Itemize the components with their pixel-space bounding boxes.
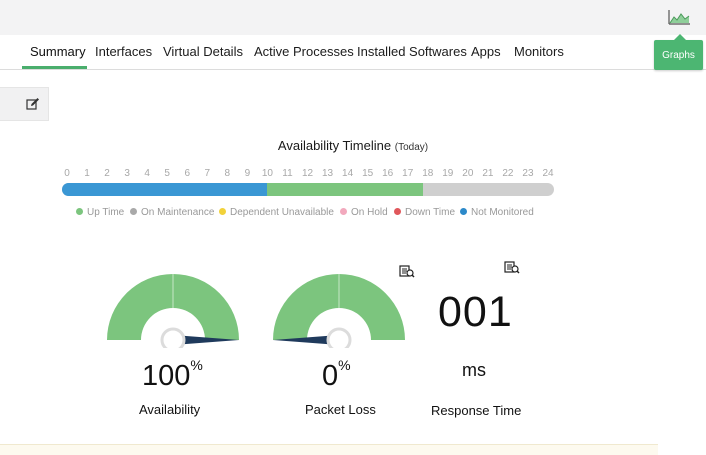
edit-icon: [26, 98, 39, 110]
timeline-hour-label: 24: [542, 168, 554, 179]
timeline-hour-label: 11: [282, 168, 293, 179]
timeline-hour-label: 3: [124, 168, 130, 179]
timeline-hour-label: 17: [402, 168, 414, 179]
timeline-hour-label: 16: [382, 168, 394, 179]
bottom-panel: [0, 444, 658, 455]
response-time-unit: ms: [462, 360, 486, 380]
legend-label: Up Time: [87, 207, 125, 218]
tab-summary[interactable]: Summary: [30, 44, 86, 59]
legend-label: On Maintenance: [141, 207, 215, 218]
packet-loss-value: 0%: [322, 357, 351, 393]
legend-dot: [76, 208, 83, 215]
packet-loss-report-icon[interactable]: [399, 264, 415, 278]
top-bar: [0, 0, 706, 36]
active-tab-indicator: [22, 66, 87, 69]
timeline-hour-label: 7: [204, 168, 211, 179]
availability-value: 100%: [142, 357, 203, 393]
timeline-hour-label: 1: [84, 168, 90, 179]
timeline-hour-label: 0: [64, 168, 70, 179]
timeline-hour-label: 6: [184, 168, 191, 179]
timeline-hour-label: 2: [104, 168, 110, 179]
timeline-hour-label: 19: [442, 168, 454, 179]
legend-dot: [340, 208, 347, 215]
legend-dot: [219, 208, 226, 215]
tab-apps[interactable]: Apps: [471, 44, 501, 59]
packet-loss-label: Packet Loss: [305, 402, 376, 417]
timeline-hour-label: 23: [522, 168, 534, 179]
packet-loss-gauge-hub: [326, 327, 352, 348]
response-time-value: 001: [438, 288, 513, 336]
packet-loss-gauge: [273, 274, 405, 348]
edit-button[interactable]: [0, 87, 49, 121]
availability-number: 100: [142, 360, 191, 392]
timeline-segment[interactable]: [62, 183, 267, 196]
availability-unit: %: [190, 357, 203, 374]
legend-label: On Hold: [351, 207, 388, 218]
timeline-hour-label: 20: [462, 168, 474, 179]
tab-interfaces[interactable]: Interfaces: [95, 44, 152, 59]
legend-label: Not Monitored: [471, 207, 534, 218]
response-time-label: Response Time: [431, 403, 522, 418]
timeline-hour-label: 13: [321, 168, 334, 179]
packet-loss-unit: %: [338, 357, 351, 374]
legend-dot: [130, 208, 137, 215]
legend-item: On Maintenance: [130, 207, 214, 218]
tab-bar: Summary Interfaces Virtual Details Activ…: [0, 35, 706, 70]
availability-label: Availability: [139, 402, 201, 417]
timeline-hour-label: 22: [502, 168, 514, 179]
legend-item: On Hold: [340, 207, 388, 218]
tab-monitors[interactable]: Monitors: [514, 44, 564, 59]
packet-loss-number: 0: [322, 360, 339, 392]
tab-active-processes[interactable]: Active Processes: [254, 44, 354, 59]
legend-item: Dependent Unavailable: [219, 207, 334, 218]
legend-item: Not Monitored: [460, 207, 534, 218]
legend-dot: [460, 208, 467, 215]
timeline-hour-label: 14: [342, 168, 354, 179]
timeline-hour-label: 12: [301, 168, 314, 179]
timeline-hour-label: 18: [422, 168, 434, 179]
timeline-hour-label: 21: [482, 168, 494, 179]
graphs-button[interactable]: Graphs: [654, 34, 703, 70]
timeline-hour-label: 4: [144, 168, 150, 179]
response-time-report-icon[interactable]: [504, 260, 520, 274]
legend-label: Dependent Unavailable: [230, 207, 334, 218]
availability-gauge: [107, 274, 239, 348]
area-chart-icon[interactable]: [667, 8, 691, 26]
timeline-segment[interactable]: [267, 183, 423, 196]
timeline-hour-label: 9: [244, 168, 251, 179]
timeline-bar[interactable]: [62, 183, 554, 196]
timeline-subtitle: (Today): [394, 142, 429, 153]
availability-gauge-hub: [160, 327, 186, 348]
legend-item: Up Time: [76, 207, 124, 218]
legend-dot: [394, 208, 401, 215]
legend-label: Down Time: [405, 207, 456, 218]
timeline-hour-label: 5: [164, 168, 170, 179]
timeline-hour-label: 8: [224, 168, 231, 179]
timeline-title: Availability Timeline (Today): [0, 138, 706, 153]
tab-virtual-details[interactable]: Virtual Details: [163, 44, 243, 59]
tab-installed-softwares[interactable]: Installed Softwares: [357, 44, 467, 59]
timeline-hour-label: 10: [261, 168, 273, 179]
timeline-hour-label: 15: [362, 168, 374, 179]
timeline-title-text: Availability Timeline: [277, 138, 392, 153]
legend-item: Down Time: [394, 207, 455, 218]
